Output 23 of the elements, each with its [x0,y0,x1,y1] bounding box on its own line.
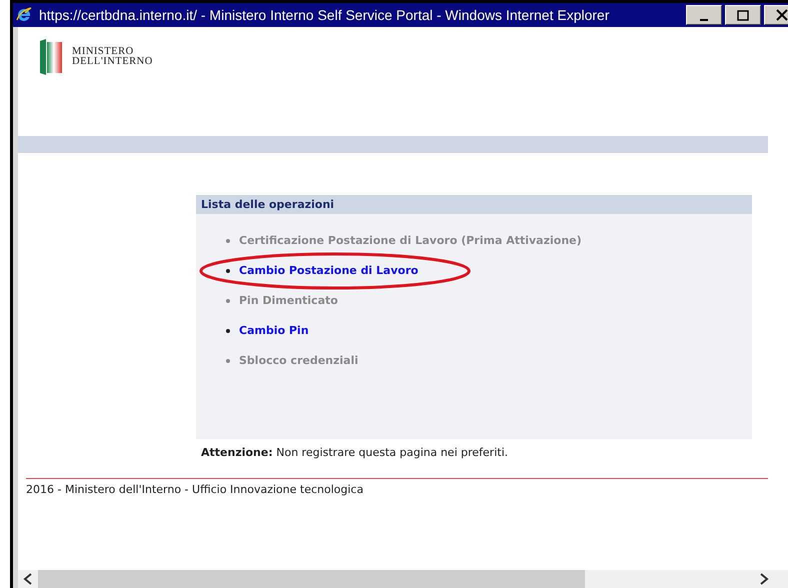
close-icon [776,9,788,21]
ministry-logo-text: MINISTERO DELL'INTERNO [72,47,153,67]
horizontal-scrollbar[interactable] [18,570,788,588]
maximize-icon [737,10,749,20]
maximize-button[interactable] [725,5,761,25]
bullet-icon [226,268,230,272]
bullet-icon [226,328,230,332]
bullet-icon [226,358,230,362]
operation-link[interactable]: Cambio Pin [239,324,309,337]
scroll-thumb[interactable] [38,570,585,588]
operation-label: Sblocco credenziali [239,354,358,367]
bullet-icon [226,238,230,242]
minimize-icon [700,19,708,21]
flag-logo-icon [40,39,62,75]
footer-text: 2016 - Ministero dell'Interno - Ufficio Innovazione tecnologica [26,483,364,496]
operation-label: Pin Dimenticato [239,294,338,307]
operation-label: Certificazione Postazione di Lavoro (Prima Attivazione) [239,234,582,247]
panel-title: Lista delle operazioni [196,195,752,214]
notice-text: Attenzione: Non registrare questa pagina nei preferiti. [201,446,509,459]
window-title: https://certbdna.interno.it/ - Ministero Interno Self Service Portal - Windows Internet Explorer [39,7,610,23]
bullet-icon [226,298,230,302]
minimize-button[interactable] [686,5,722,25]
browser-icon [15,6,33,24]
